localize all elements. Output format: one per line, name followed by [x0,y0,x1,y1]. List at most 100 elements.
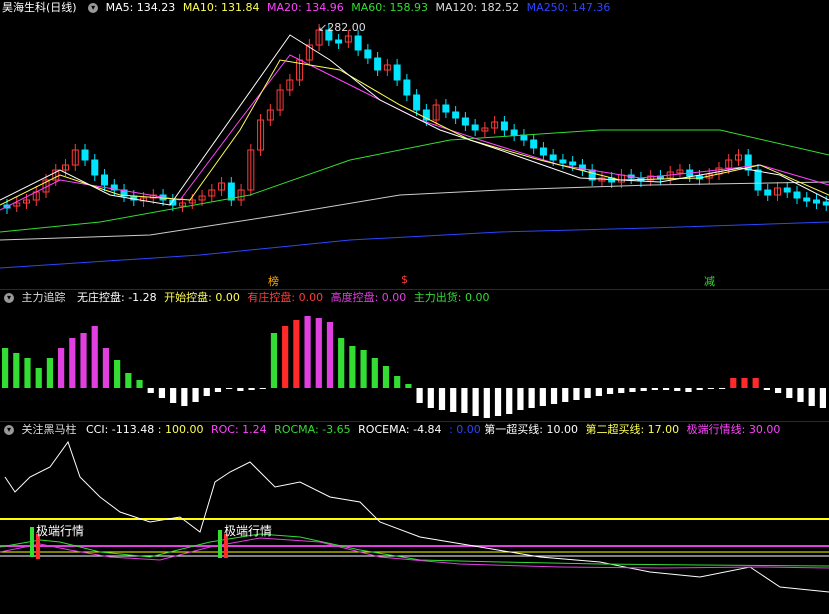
histogram-bar [539,388,546,406]
ma10-line [0,59,829,206]
histogram-bar [797,388,804,402]
ma5-value: MA5: 134.23 [105,1,176,14]
dark-horse-panel: ▾ 关注黑马柱 CCI: -113.48 : 100.00 ROC: 1.24 … [0,422,829,614]
circle-menu-icon[interactable]: ▾ [88,3,99,13]
circle-menu-icon[interactable]: ▾ [4,293,14,303]
candle-body [783,187,791,193]
extreme-line-value: 极端行情线: 30.00 [686,423,781,436]
candle-body [500,121,508,131]
histogram-bar [472,388,479,416]
histogram-bar [35,368,42,388]
histogram-bar [741,378,748,388]
rocma-value: ROCMA: -3.65 [274,423,351,436]
histogram-bar [528,388,535,408]
main-price-panel: 昊海生科(日线) ▾ MA5: 134.23 MA10: 131.84 MA20… [0,0,829,289]
rocma-line [0,533,829,567]
candle-body [812,199,820,204]
histogram-bar [181,388,188,406]
candle-body [803,197,811,202]
roc-value: ROC: 1.24 [210,423,267,436]
ma20-value: MA20: 134.96 [267,1,344,14]
histogram-bar [651,388,658,390]
candle-body [539,147,547,156]
candle-body [227,182,235,201]
no-control-value: 无庄控盘: -1.28 [77,291,157,304]
ma60-value: MA60: 158.93 [351,1,428,14]
histogram-bar [808,388,815,406]
histogram-bar [416,388,423,403]
histogram-bar [707,388,714,389]
ma250-value: MA250: 147.36 [526,1,611,14]
histogram-bar [13,353,20,388]
histogram-bar [494,388,502,416]
zero-value: : 0.00 [449,423,481,436]
histogram-bar [394,376,401,388]
candle-body [413,94,421,111]
histogram-bar [562,388,569,402]
rocema-value: ROCEMA: -4.84 [358,423,442,436]
histogram-bar [438,388,446,410]
histogram-bar [80,333,87,388]
histogram-bar [550,388,558,404]
histogram-bar [461,388,468,413]
candle-body [374,57,382,71]
sub1-header: ▾ 主力追踪 无庄控盘: -1.28 开始控盘: 0.00 有庄控盘: 0.00… [0,290,493,306]
candle-body [81,149,89,161]
histogram-bar [214,388,222,392]
roc-line [0,537,829,569]
peak-price-label: ↙282.00 [318,21,366,34]
histogram-bar [248,388,255,390]
cci-base-value: : 100.00 [157,423,204,436]
histogram-bar [774,388,782,393]
histogram-bar [662,388,670,390]
main-header: 昊海生科(日线) ▾ MA5: 134.23 MA10: 131.84 MA20… [0,0,614,16]
histogram-bar [371,358,378,388]
histogram-bar [203,388,210,396]
histogram-bar [192,388,199,402]
histogram-bar [618,388,625,393]
histogram-bar [304,316,311,388]
extreme-annotation: 极端行情 [36,524,85,538]
high-control-value: 高度控盘: 0.00 [330,291,407,304]
histogram-bar [382,366,390,388]
candle-body [461,117,469,126]
histogram-bar [282,326,289,388]
histogram-bar [819,388,826,408]
histogram-bar [752,378,759,388]
start-control-value: 开始控盘: 0.00 [164,291,240,304]
sub1-title: 主力追踪 [21,291,66,304]
shipping-value: 主力出货: 0.00 [413,291,490,304]
histogram-bar [405,384,412,388]
signal-bar [218,530,222,558]
candle-body [793,191,801,199]
candle-body [559,159,567,164]
ma120-value: MA120: 182.52 [435,1,520,14]
histogram-bar [170,388,177,403]
marker-jian: 减 [704,275,715,288]
has-control-value: 有庄控盘: 0.00 [247,291,324,304]
histogram-bar [606,388,614,394]
histogram-bar [349,346,356,388]
histogram-bar [786,388,793,398]
candle-body [764,189,772,196]
candle-body [101,174,109,186]
candle-body [354,35,362,51]
circle-menu-icon[interactable]: ▾ [4,425,14,435]
histogram-bar [293,320,300,388]
histogram-bar [584,388,591,398]
histogram-bar [718,388,726,389]
candle-body [530,139,538,149]
histogram-bar [730,378,737,388]
candlestick-chart [0,24,829,269]
main-force-tracking-panel: ▾ 主力追踪 无庄控盘: -1.28 开始控盘: 0.00 有庄控盘: 0.00… [0,290,829,421]
histogram-bar [427,388,434,408]
candle-body [754,169,762,191]
candle-body [822,201,829,206]
candle-body [452,111,460,119]
histogram-bar [483,388,490,418]
candle-body [520,134,528,141]
histogram-bar [763,388,770,390]
histogram-bar [573,388,580,400]
force-histogram [2,316,826,418]
histogram-bar [326,322,334,388]
